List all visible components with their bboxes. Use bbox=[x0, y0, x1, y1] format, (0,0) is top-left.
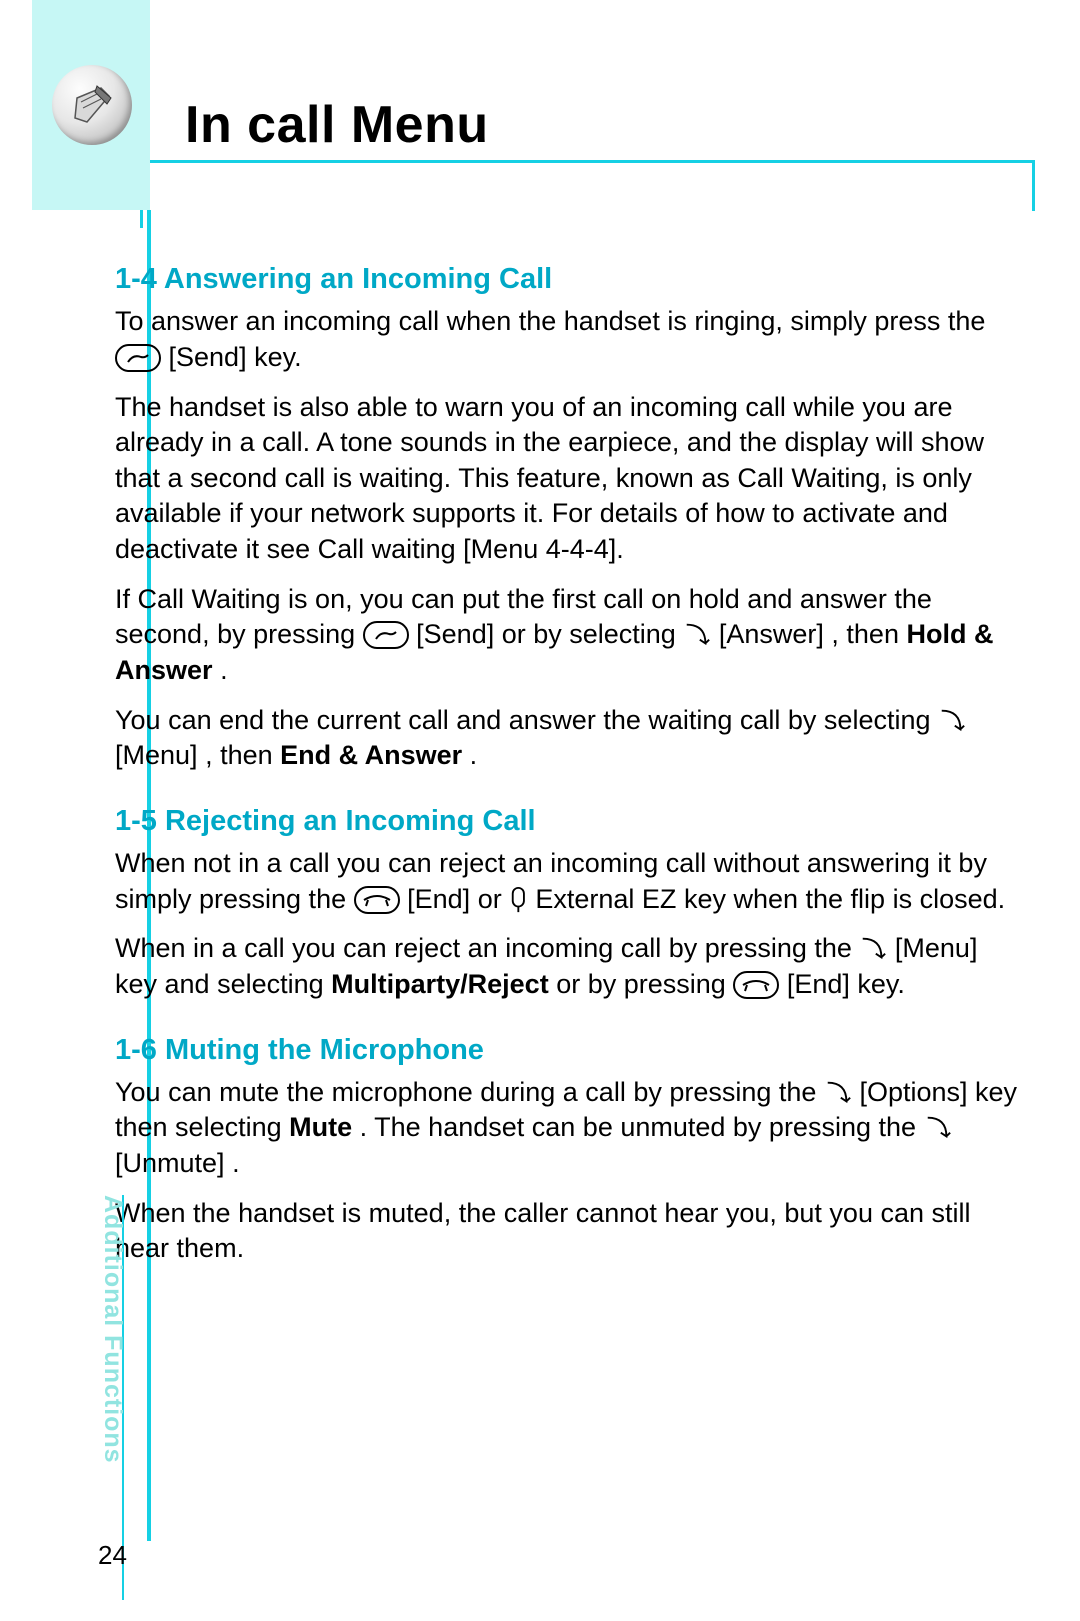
text: key. bbox=[857, 969, 905, 999]
text: key when the flip is closed. bbox=[684, 884, 1005, 914]
text: To answer an incoming call when the hand… bbox=[115, 306, 985, 336]
bold: Multiparty/Reject bbox=[331, 969, 549, 999]
text: You can end the current call and answer … bbox=[115, 705, 938, 735]
side-label: Additional Functions bbox=[98, 1195, 127, 1464]
para-1-6-1: You can mute the microphone during a cal… bbox=[115, 1075, 1020, 1182]
para-1-6-2: When the handset is muted, the caller ca… bbox=[115, 1196, 1020, 1267]
text: or bbox=[478, 884, 510, 914]
para-1-4-1: To answer an incoming call when the hand… bbox=[115, 304, 1020, 375]
text: or by selecting bbox=[502, 619, 684, 649]
softkey-left-icon bbox=[824, 1079, 852, 1107]
text: . bbox=[232, 1148, 240, 1178]
text: . bbox=[470, 740, 478, 770]
page-title: In call Menu bbox=[185, 95, 489, 155]
softkey-left-icon bbox=[938, 707, 966, 735]
section-heading-1-5: 1-5 Rejecting an Incoming Call bbox=[115, 802, 1020, 840]
send-key-icon bbox=[115, 344, 161, 372]
para-1-5-2: When in a call you can reject an incomin… bbox=[115, 931, 1020, 1002]
end-key-icon bbox=[354, 886, 400, 914]
para-1-4-3: If Call Waiting is on, you can put the f… bbox=[115, 582, 1020, 689]
text: . The handset can be unmuted by pressing… bbox=[360, 1112, 924, 1142]
para-1-4-4: You can end the current call and answer … bbox=[115, 703, 1020, 774]
key-label: [Answer] bbox=[719, 619, 824, 649]
text: key and selecting bbox=[115, 969, 331, 999]
key-label: [End] bbox=[407, 884, 470, 914]
key-label: [Options] bbox=[859, 1077, 967, 1107]
key-label: External EZ bbox=[535, 884, 676, 914]
key-label: [Menu] bbox=[895, 933, 978, 963]
send-key-icon bbox=[363, 621, 409, 649]
section-heading-1-6: 1-6 Muting the Microphone bbox=[115, 1031, 1020, 1069]
text: key. bbox=[254, 342, 302, 372]
para-1-5-1: When not in a call you can reject an inc… bbox=[115, 846, 1020, 917]
text: , then bbox=[831, 619, 906, 649]
bold: End & Answer bbox=[280, 740, 462, 770]
content-area: 1-4 Answering an Incoming Call To answer… bbox=[115, 260, 1020, 1281]
end-key-icon bbox=[733, 971, 779, 999]
left-vertical-rule-stub bbox=[140, 210, 143, 228]
text: or by pressing bbox=[556, 969, 733, 999]
softkey-left-icon bbox=[859, 935, 887, 963]
text: . bbox=[220, 655, 228, 685]
text: When in a call you can reject an incomin… bbox=[115, 933, 859, 963]
key-label: [Send] bbox=[169, 342, 247, 372]
chapter-icon bbox=[52, 65, 132, 145]
page-number: 24 bbox=[98, 1540, 127, 1571]
notebook-icon bbox=[67, 80, 117, 130]
section-heading-1-4: 1-4 Answering an Incoming Call bbox=[115, 260, 1020, 298]
key-label: [Unmute] bbox=[115, 1148, 225, 1178]
key-label: [Menu] bbox=[115, 740, 198, 770]
key-label: [End] bbox=[787, 969, 850, 999]
key-label: [Send] bbox=[416, 619, 494, 649]
text: , then bbox=[205, 740, 280, 770]
ez-key-icon bbox=[509, 886, 528, 914]
softkey-left-icon bbox=[924, 1114, 952, 1142]
softkey-left-icon bbox=[683, 621, 711, 649]
bold: Mute bbox=[289, 1112, 352, 1142]
para-1-4-2: The handset is also able to warn you of … bbox=[115, 390, 1020, 568]
title-underline bbox=[150, 160, 1035, 163]
text: You can mute the microphone during a cal… bbox=[115, 1077, 824, 1107]
title-accent-right bbox=[1032, 163, 1035, 211]
